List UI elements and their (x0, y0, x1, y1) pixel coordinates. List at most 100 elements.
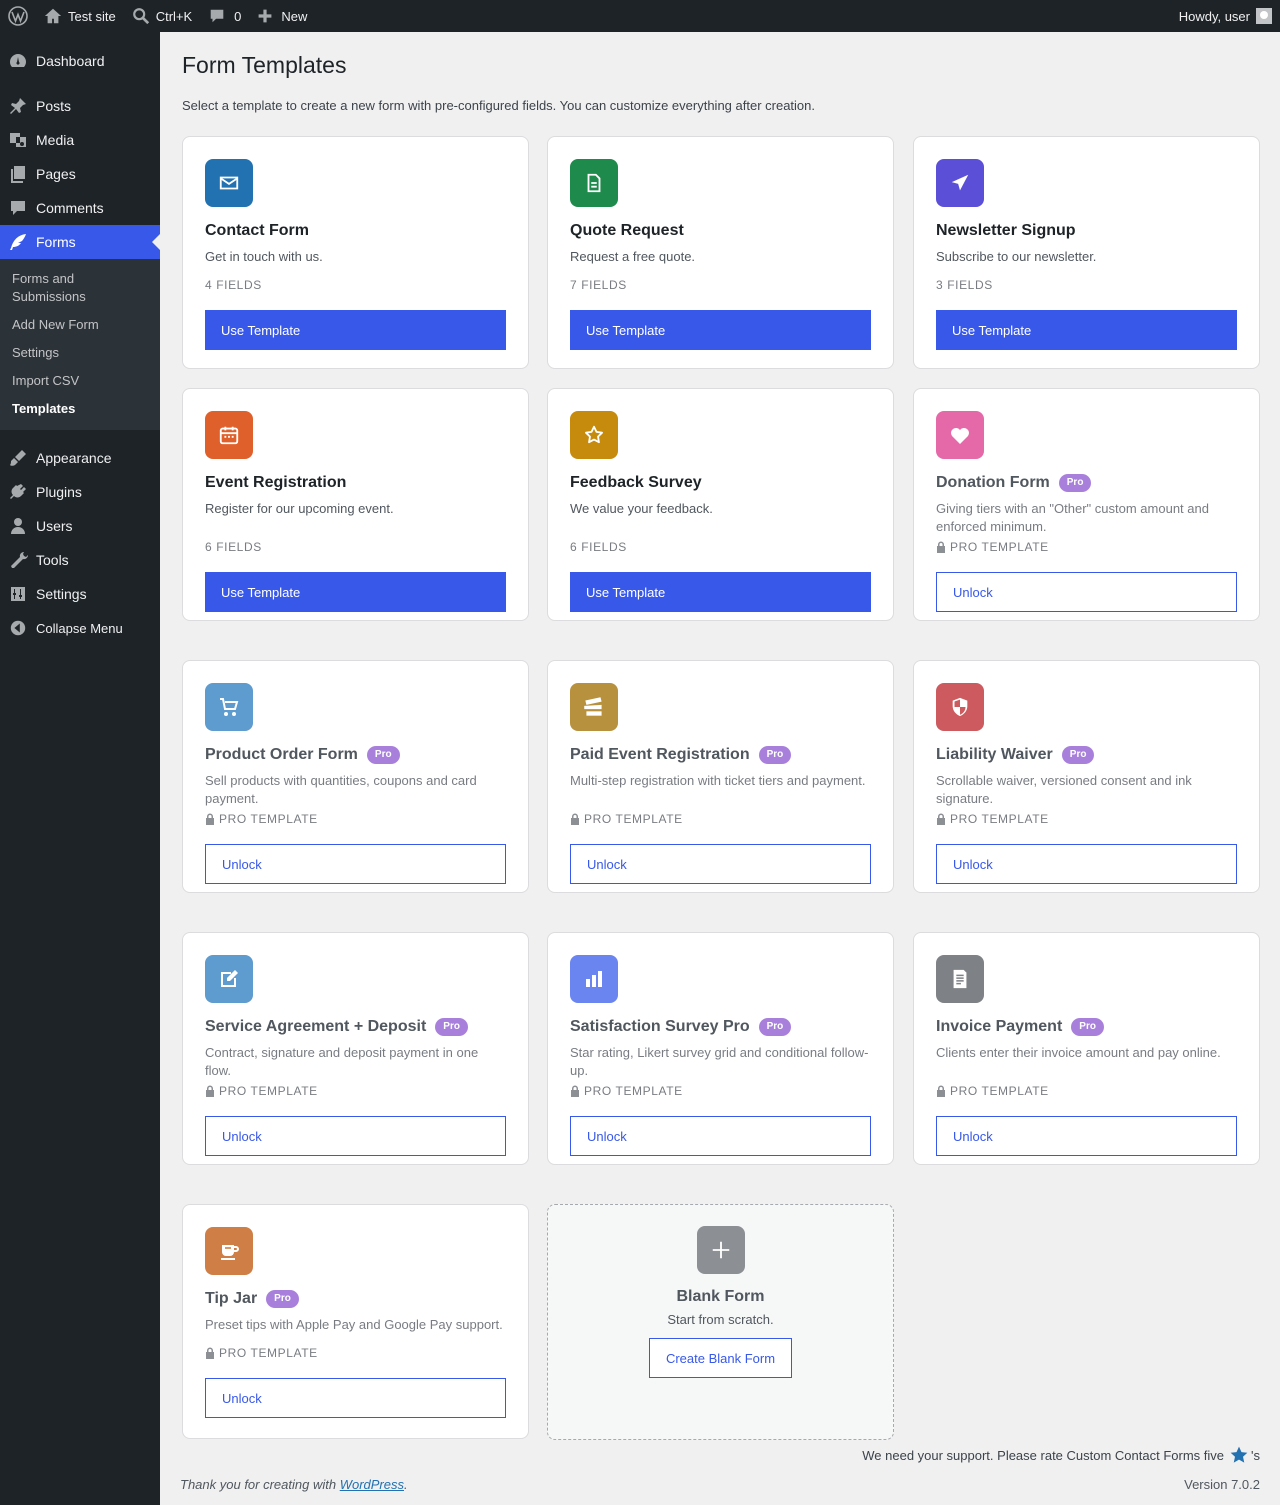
wordpress-link[interactable]: WordPress (340, 1477, 404, 1492)
search-shortcut[interactable]: Ctrl+K (124, 0, 200, 32)
unlock-button[interactable]: Unlock (570, 1116, 871, 1156)
template-card: Satisfaction Survey Pro Pro Star rating, … (547, 932, 894, 1165)
use-template-button[interactable]: Use Template (205, 572, 506, 612)
cart-icon (205, 683, 253, 731)
menu-appearance[interactable]: Appearance (0, 441, 160, 475)
submenu-forms-and-submissions[interactable]: Forms and Submissions (0, 266, 100, 310)
pro-badge: Pro (366, 746, 400, 764)
site-name-link[interactable]: Test site (36, 0, 124, 32)
comment-icon (8, 198, 28, 218)
template-name: Product Order Form (205, 746, 358, 763)
template-title: Contact Form (205, 220, 506, 242)
template-card: Newsletter Signup Subscribe to our newsl… (913, 136, 1260, 369)
new-content-link[interactable]: New (249, 0, 315, 32)
template-card: Tip Jar Pro Preset tips with Apple Pay an… (182, 1204, 529, 1439)
template-name: Liability Waiver (936, 746, 1053, 763)
brush-icon (8, 448, 28, 468)
unlock-button[interactable]: Unlock (205, 1378, 506, 1418)
menu-media[interactable]: Media (0, 123, 160, 157)
create-blank-form-button[interactable]: Create Blank Form (648, 1338, 793, 1378)
template-card: Invoice Payment Pro Clients enter their i… (913, 932, 1260, 1165)
pro-badge: Pro (758, 746, 792, 764)
template-card: Feedback Survey We value your feedback. … (547, 388, 894, 621)
unlock-button[interactable]: Unlock (570, 844, 871, 884)
pro-template-label: PRO TEMPLATE (219, 812, 318, 826)
use-template-button[interactable]: Use Template (570, 572, 871, 612)
collapse-menu-button[interactable]: Collapse Menu (0, 611, 160, 645)
field-count-label: 6 FIELDS (205, 540, 262, 554)
lock-icon (571, 813, 579, 825)
heart-icon (936, 411, 984, 459)
blank-form-card: Blank Form Start from scratch. Create Bl… (547, 1204, 894, 1440)
unlock-button[interactable]: Unlock (205, 844, 506, 884)
search-icon (132, 8, 149, 25)
collapse-arrow-icon (8, 618, 28, 638)
unlock-button[interactable]: Unlock (205, 1116, 506, 1156)
plus-icon (259, 9, 272, 23)
submenu-import-csv[interactable]: Import CSV (0, 368, 160, 394)
pro-badge: Pro (266, 1290, 299, 1308)
menu-label: Forms (36, 234, 76, 250)
star-icon (570, 411, 618, 459)
menu-posts[interactable]: Posts (0, 89, 160, 123)
template-name: Service Agreement + Deposit (205, 1018, 427, 1035)
pro-template-label: PRO TEMPLATE (950, 540, 1049, 554)
template-name: Satisfaction Survey Pro (570, 1018, 750, 1035)
menu-comments[interactable]: Comments (0, 191, 160, 225)
unlock-button[interactable]: Unlock (936, 1116, 1237, 1156)
template-field-count: 6 FIELDS (570, 538, 871, 556)
pro-template-label: PRO TEMPLATE (219, 1084, 318, 1098)
template-card: Liability Waiver Pro Scrollable waiver, v… (913, 660, 1260, 893)
template-description: Contract, signature and deposit payment … (205, 1045, 479, 1078)
menu-settings[interactable]: Settings (0, 577, 160, 611)
lock-icon (571, 1085, 579, 1097)
my-account[interactable]: Howdy, user (1171, 0, 1280, 32)
template-pro-label: PRO TEMPLATE (936, 538, 1237, 556)
lock-icon (206, 1085, 214, 1097)
use-template-button[interactable]: Use Template (936, 310, 1237, 350)
template-card: Event Registration Register for our upco… (182, 388, 529, 621)
pro-template-label: PRO TEMPLATE (584, 812, 683, 826)
use-template-button[interactable]: Use Template (570, 310, 871, 350)
star-icon[interactable] (1229, 1445, 1249, 1465)
template-name: Feedback Survey (570, 474, 702, 491)
template-description: We value your feedback. (570, 501, 713, 516)
submenu-templates[interactable]: Templates (0, 396, 160, 422)
menu-pages[interactable]: Pages (0, 157, 160, 191)
menu-users[interactable]: Users (0, 509, 160, 543)
footer-version: Version 7.0.2 (1184, 1477, 1260, 1492)
submenu-add-new-form[interactable]: Add New Form (0, 312, 160, 338)
template-card: Contact Form Get in touch with us. 4 FIE… (182, 136, 529, 369)
template-name: Tip Jar (205, 1290, 258, 1307)
lock-icon (937, 1085, 945, 1097)
support-notice: We need your support. Please rate Custom… (862, 1445, 1260, 1465)
blank-form-description: Start from scratch. (667, 1312, 774, 1327)
unlock-button[interactable]: Unlock (936, 572, 1237, 612)
pages-icon (8, 164, 28, 184)
home-icon (44, 8, 62, 24)
menu-plugins[interactable]: Plugins (0, 475, 160, 509)
comments-link[interactable]: 0 (200, 0, 249, 32)
template-name: Quote Request (570, 222, 684, 239)
comment-icon (210, 9, 224, 23)
menu-tools[interactable]: Tools (0, 543, 160, 577)
use-template-button[interactable]: Use Template (205, 310, 506, 350)
template-description: Scrollable waiver, versioned consent and… (936, 773, 1192, 806)
wordpress-logo-icon[interactable] (0, 0, 36, 32)
menu-label: Posts (36, 98, 72, 114)
unlock-button[interactable]: Unlock (936, 844, 1237, 884)
submenu-settings[interactable]: Settings (0, 340, 160, 366)
plug-icon (8, 482, 28, 502)
feather-icon (8, 232, 28, 252)
envelope-icon (205, 159, 253, 207)
menu-dashboard[interactable]: Dashboard (0, 44, 160, 78)
pin-icon (8, 96, 28, 116)
template-pro-label: PRO TEMPLATE (936, 810, 1237, 828)
template-name: Event Registration (205, 474, 347, 491)
menu-forms[interactable]: Forms (0, 225, 160, 259)
template-name: Invoice Payment (936, 1018, 1063, 1035)
template-pro-label: PRO TEMPLATE (570, 1082, 871, 1100)
template-description: Preset tips with Apple Pay and Google Pa… (205, 1317, 503, 1332)
lock-icon (206, 813, 214, 825)
template-card: Service Agreement + Deposit Pro Contract,… (182, 932, 529, 1165)
